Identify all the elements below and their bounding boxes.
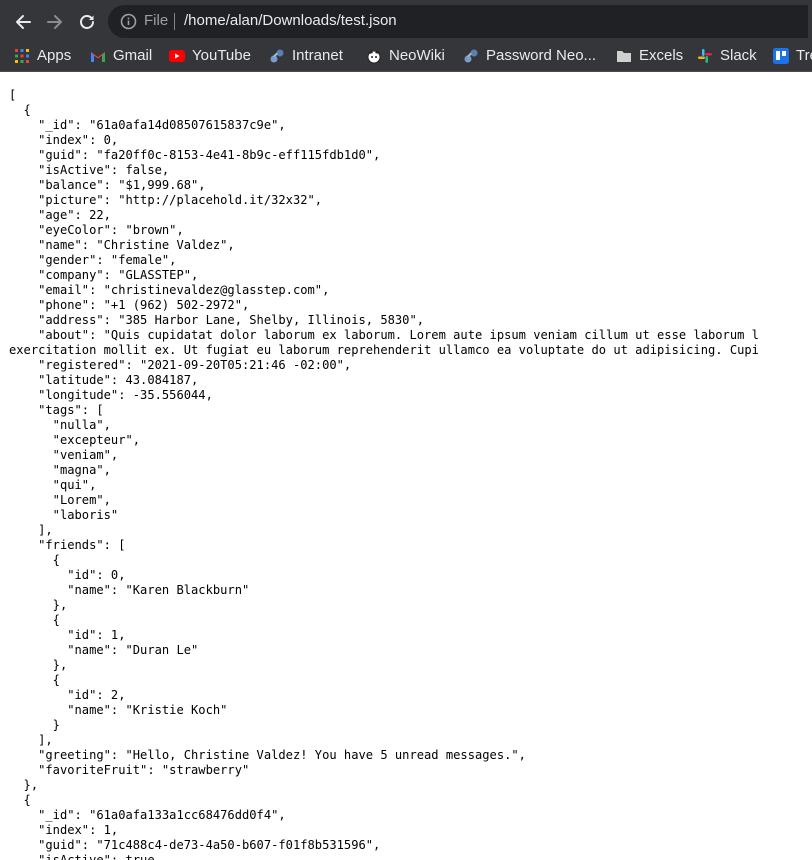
json-line: "age": 22,	[9, 208, 111, 222]
info-icon[interactable]	[120, 13, 137, 30]
json-line: "guid": "71c488c4-de73-4a50-b607-f01f8b5…	[9, 838, 381, 852]
reload-button[interactable]	[74, 9, 100, 35]
youtube-icon	[169, 48, 185, 64]
json-line: "company": "GLASSTEP",	[9, 268, 199, 282]
gmail-icon	[90, 48, 106, 64]
bookmark-youtube[interactable]: YouTube	[169, 45, 251, 67]
json-line: "latitude": 43.084187,	[9, 373, 199, 387]
json-line: },	[9, 598, 68, 612]
trello-icon	[773, 48, 789, 64]
bookmark-label: Password Neo...	[486, 47, 597, 64]
folder-icon	[616, 48, 632, 64]
bookmark-excels-folder[interactable]: Excels	[616, 45, 683, 67]
bookmark-label: YouTube	[192, 47, 251, 64]
bookmark-label: NeoWiki	[389, 47, 445, 64]
bookmark-label: Tre	[796, 47, 812, 64]
json-line: "isActive": true,	[9, 853, 162, 860]
back-button[interactable]	[10, 9, 36, 35]
json-line: "balance": "$1,999.68",	[9, 178, 206, 192]
json-line: "name": "Duran Le"	[9, 643, 199, 657]
json-viewer: [ { "_id": "61a0afa14d08507615837c9e", "…	[9, 88, 759, 860]
json-line: {	[9, 613, 60, 627]
reload-icon	[80, 15, 94, 29]
json-line: "isActive": false,	[9, 163, 170, 177]
forward-button[interactable]	[42, 9, 68, 35]
json-line: "id": 2,	[9, 688, 126, 702]
address-bar[interactable]: File /home/alan/Downloads/test.json	[108, 5, 808, 38]
json-line: {	[9, 103, 31, 117]
json-line: "tags": [	[9, 403, 104, 417]
json-line: "magna",	[9, 463, 111, 477]
json-line: "name": "Kristie Koch"	[9, 703, 228, 717]
json-line: {	[9, 793, 31, 807]
mascot-icon	[366, 48, 382, 64]
json-line: "Lorem",	[9, 493, 111, 507]
json-line: "about": "Quis cupidatat dolor laborum e…	[9, 328, 759, 342]
bookmark-trello[interactable]: Tre	[773, 45, 812, 67]
json-line: "guid": "fa20ff0c-8153-4e41-8b9c-eff115f…	[9, 148, 381, 162]
json-line: "nulla",	[9, 418, 111, 432]
page-content: [ { "_id": "61a0afa14d08507615837c9e", "…	[0, 72, 812, 860]
puzzle-icon	[269, 48, 285, 64]
json-line: "id": 1,	[9, 628, 126, 642]
address-separator	[174, 13, 175, 30]
json-line: [	[9, 88, 17, 102]
json-line: "phone": "+1 (962) 502-2972",	[9, 298, 250, 312]
bookmark-password-neo[interactable]: Password Neo...	[463, 45, 596, 67]
apps-grid-icon	[14, 48, 30, 64]
bookmark-slack[interactable]: Slack	[697, 45, 757, 67]
json-line: },	[9, 658, 68, 672]
json-line: "greeting": "Hello, Christine Valdez! Yo…	[9, 748, 526, 762]
json-line: "id": 0,	[9, 568, 126, 582]
json-line: "favoriteFruit": "strawberry"	[9, 763, 250, 777]
json-line: "picture": "http://placehold.it/32x32",	[9, 193, 323, 207]
bookmark-label: Gmail	[113, 47, 153, 64]
bookmarks-bar: Apps Gmail YouTube Intranet NeoWiki Pass…	[0, 42, 812, 72]
bookmark-intranet[interactable]: Intranet	[269, 45, 343, 67]
json-line: "index": 0,	[9, 133, 119, 147]
bookmark-gmail[interactable]: Gmail	[90, 45, 152, 67]
json-line: exercitation mollit ex. Ut fugiat eu lab…	[9, 343, 759, 357]
json-line: "address": "385 Harbor Lane, Shelby, Ill…	[9, 313, 425, 327]
arrow-left-icon	[16, 15, 31, 29]
puzzle-icon	[463, 48, 479, 64]
scheme-label: File	[144, 12, 169, 29]
browser-toolbar: File /home/alan/Downloads/test.json	[0, 0, 812, 42]
json-line: "laboris"	[9, 508, 119, 522]
json-line: "name": "Karen Blackburn"	[9, 583, 250, 597]
bookmark-label: Slack	[720, 47, 757, 64]
json-line: ],	[9, 733, 53, 747]
json-line: "qui",	[9, 478, 97, 492]
bookmark-neowiki[interactable]: NeoWiki	[366, 45, 445, 67]
json-line: },	[9, 778, 39, 792]
json-line: }	[9, 718, 60, 732]
json-line: {	[9, 553, 60, 567]
json-line: "longitude": -35.556044,	[9, 388, 213, 402]
json-line: "registered": "2021-09-20T05:21:46 -02:0…	[9, 358, 352, 372]
json-line: ],	[9, 523, 53, 537]
bookmark-label: Intranet	[292, 47, 343, 64]
json-line: "index": 1,	[9, 823, 119, 837]
arrow-right-icon	[47, 15, 62, 29]
json-line: {	[9, 673, 60, 687]
slack-icon	[697, 48, 713, 64]
json-line: "excepteur",	[9, 433, 141, 447]
json-line: "name": "Christine Valdez",	[9, 238, 235, 252]
json-line: "_id": "61a0afa14d08507615837c9e",	[9, 118, 286, 132]
bookmark-label: Excels	[639, 47, 684, 64]
bookmark-label: Apps	[37, 47, 72, 64]
json-line: "eyeColor": "brown",	[9, 223, 184, 237]
json-line: "_id": "61a0afa133a1cc68476dd0f4",	[9, 808, 286, 822]
bookmark-apps[interactable]: Apps	[14, 45, 71, 67]
url-text[interactable]: /home/alan/Downloads/test.json	[184, 12, 397, 30]
json-line: "veniam",	[9, 448, 119, 462]
json-line: "friends": [	[9, 538, 126, 552]
json-line: "email": "christinevaldez@glasstep.com",	[9, 283, 330, 297]
json-line: "gender": "female",	[9, 253, 177, 267]
